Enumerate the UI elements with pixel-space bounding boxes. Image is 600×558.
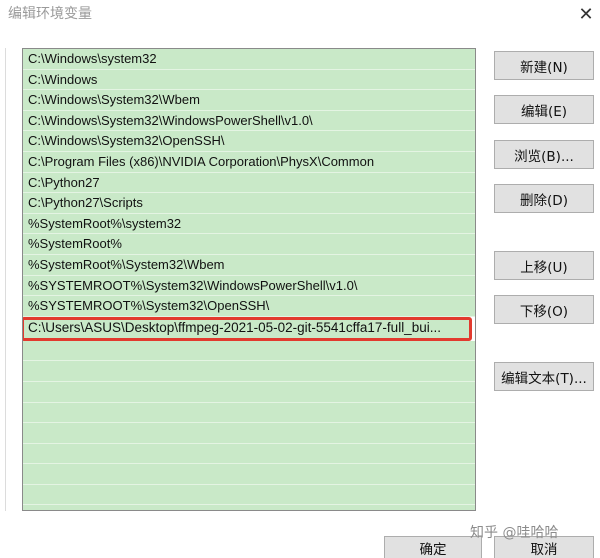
edit-button[interactable]: 编辑(E) — [494, 95, 594, 124]
empty-row — [23, 423, 475, 444]
empty-row — [23, 402, 475, 424]
path-item[interactable]: C:\Windows\System32\Wbem — [23, 90, 475, 111]
path-item[interactable]: %SystemRoot% — [23, 234, 475, 255]
edit-env-var-dialog: 编辑环境变量 ✕ C:\Windows\system32 C:\Windows … — [0, 0, 600, 558]
path-item[interactable]: C:\Windows\system32 — [23, 49, 475, 70]
edit-text-button[interactable]: 编辑文本(T)... — [494, 362, 594, 391]
ok-button[interactable]: 确定 — [384, 536, 482, 558]
path-list[interactable]: C:\Windows\system32 C:\Windows C:\Window… — [22, 48, 476, 511]
watermark: 知乎 @哇哈哈 — [470, 525, 559, 541]
path-item-selected[interactable]: C:\Users\ASUS\Desktop\ffmpeg-2021-05-02-… — [23, 316, 472, 341]
left-edge-divider — [0, 48, 6, 511]
path-item[interactable]: C:\Windows\System32\OpenSSH\ — [23, 131, 475, 152]
empty-row — [23, 484, 475, 506]
path-item[interactable]: C:\Python27 — [23, 172, 475, 194]
empty-row — [23, 505, 475, 510]
close-icon[interactable]: ✕ — [572, 0, 600, 28]
title-bar: 编辑环境变量 ✕ — [0, 0, 600, 28]
window-title: 编辑环境变量 — [8, 6, 92, 22]
path-item[interactable]: %SystemRoot%\System32\Wbem — [23, 254, 475, 276]
empty-row — [23, 464, 475, 485]
browse-button[interactable]: 浏览(B)... — [494, 140, 594, 169]
empty-row — [23, 340, 475, 362]
path-item[interactable]: C:\Windows\System32\WindowsPowerShell\v1… — [23, 110, 475, 132]
new-button[interactable]: 新建(N) — [494, 51, 594, 80]
path-item[interactable]: %SYSTEMROOT%\System32\WindowsPowerShell\… — [23, 275, 475, 297]
empty-row — [23, 361, 475, 382]
path-item[interactable]: %SystemRoot%\system32 — [23, 213, 475, 235]
empty-row — [23, 381, 475, 403]
move-up-button[interactable]: 上移(U) — [494, 251, 594, 280]
empty-row — [23, 443, 475, 465]
path-item[interactable]: C:\Program Files (x86)\NVIDIA Corporatio… — [23, 151, 475, 173]
delete-button[interactable]: 删除(D) — [494, 184, 594, 213]
path-item[interactable]: %SYSTEMROOT%\System32\OpenSSH\ — [23, 296, 475, 317]
move-down-button[interactable]: 下移(O) — [494, 295, 594, 324]
path-item[interactable]: C:\Python27\Scripts — [23, 193, 475, 214]
path-item[interactable]: C:\Windows — [23, 69, 475, 91]
